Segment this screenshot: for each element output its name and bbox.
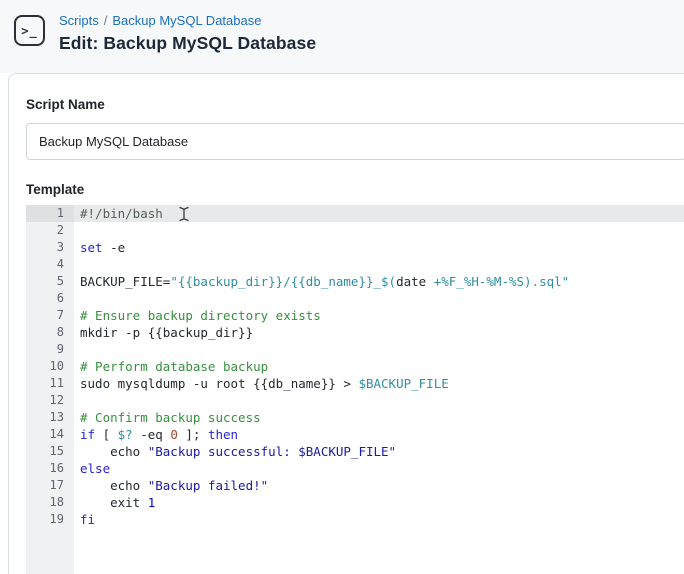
breadcrumb: Scripts / Backup MySQL Database (59, 12, 316, 30)
code-line[interactable]: sudo mysqldump -u root {{db_name}} > $BA… (74, 375, 684, 392)
line-number: 3 (56, 240, 64, 254)
terminal-icon: >_ (14, 15, 45, 46)
line-number: 10 (49, 359, 64, 373)
breadcrumb-link-current[interactable]: Backup MySQL Database (112, 13, 261, 28)
code-line[interactable]: BACKUP_FILE="{{backup_dir}}/{{db_name}}_… (74, 273, 684, 290)
line-number: 14 (49, 427, 64, 441)
code-line[interactable]: mkdir -p {{backup_dir}} (74, 324, 684, 341)
code-line[interactable]: # Perform database backup (74, 358, 684, 375)
line-number: 8 (56, 325, 64, 339)
line-number: 15 (49, 444, 64, 458)
code-line[interactable] (74, 290, 684, 307)
code-line[interactable] (74, 392, 684, 409)
ibeam-cursor (179, 206, 189, 222)
line-number: 17 (49, 478, 64, 492)
edit-script-card: Script Name Template 1234567891011121314… (8, 73, 684, 574)
script-name-label: Script Name (26, 97, 105, 112)
code-line[interactable]: # Confirm backup success (74, 409, 684, 426)
code-line[interactable]: exit 1 (74, 494, 684, 511)
code-line[interactable]: echo "Backup failed!" (74, 477, 684, 494)
code-line[interactable]: else (74, 460, 684, 477)
editor-code: #!/bin/bash set -e BACKUP_FILE="{{backup… (74, 205, 684, 528)
code-line[interactable] (74, 222, 684, 239)
line-number: 18 (49, 495, 64, 509)
line-number: 4 (56, 257, 64, 271)
line-number: 1 (26, 205, 74, 222)
script-name-input[interactable] (26, 123, 684, 160)
line-number: 6 (56, 291, 64, 305)
line-number: 12 (49, 393, 64, 407)
line-number: 5 (56, 274, 64, 288)
line-number: 9 (56, 342, 64, 356)
page-title: Edit: Backup MySQL Database (59, 33, 317, 53)
header-text: Scripts / Backup MySQL Database Edit: Back… (59, 12, 316, 54)
code-line[interactable] (74, 341, 684, 358)
breadcrumb-link-scripts[interactable]: Scripts (59, 13, 99, 28)
code-line[interactable]: set -e (74, 239, 684, 256)
line-number: 2 (56, 223, 64, 237)
line-number: 11 (49, 376, 64, 390)
code-line[interactable]: echo "Backup successful: $BACKUP_FILE" (74, 443, 684, 460)
code-line[interactable]: # Ensure backup directory exists (74, 307, 684, 324)
page-header: >_ Scripts / Backup MySQL Database Edit: B… (14, 12, 316, 54)
code-line[interactable]: #!/bin/bash (74, 205, 684, 222)
line-number: 7 (56, 308, 64, 322)
template-label: Template (26, 182, 85, 197)
line-number: 19 (49, 512, 64, 526)
line-number: 13 (49, 410, 64, 424)
code-line[interactable]: if [ $? -eq 0 ]; then (74, 426, 684, 443)
code-editor[interactable]: 1 2 3 4 5 6 7 8 9 10 11 12 13 14 15 16 17 18 19 #!/bin/bas… (26, 205, 684, 574)
breadcrumb-separator: / (103, 13, 108, 28)
line-number: 16 (49, 461, 64, 475)
editor-gutter: 1 2 3 4 5 6 7 8 9 10 11 12 13 14 15 16 17 18 19 (26, 205, 74, 574)
code-line[interactable]: fi (74, 511, 684, 528)
code-line[interactable] (74, 256, 684, 273)
